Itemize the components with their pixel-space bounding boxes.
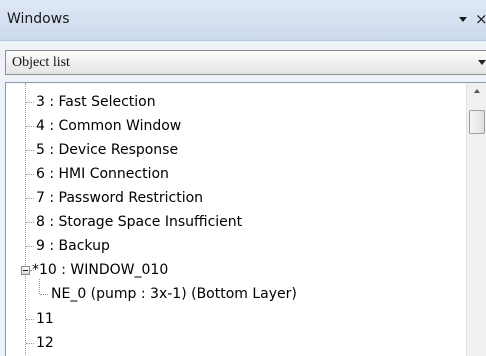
tree-branch-line	[26, 319, 34, 320]
object-type-select[interactable]: Object list	[5, 50, 486, 75]
tree-branch-line	[26, 198, 34, 199]
tree-item[interactable]: 4 : Common Window	[36, 114, 181, 138]
chevron-down-icon[interactable]	[478, 60, 486, 65]
tree-branch-line	[26, 150, 34, 151]
tree-branch-line	[26, 174, 34, 175]
dropdown-triangle-icon[interactable]	[456, 12, 470, 26]
tree-item-expanded[interactable]: *10 : WINDOW_010	[32, 258, 168, 282]
object-type-select-value: Object list	[12, 55, 70, 70]
vertical-scrollbar[interactable]	[466, 83, 486, 356]
panel-titlebar: Windows ×	[0, 0, 486, 41]
tree-item[interactable]: 5 : Device Response	[36, 138, 178, 162]
tree-item[interactable]: 8 : Storage Space Insufficient	[36, 210, 242, 234]
tree-branch-line	[40, 294, 48, 295]
scrollbar-thumb[interactable]	[469, 110, 485, 134]
tree-item[interactable]: 12	[36, 331, 54, 355]
tree-item[interactable]: 3 : Fast Selection	[36, 90, 156, 114]
tree-child-item[interactable]: NE_0 (pump : 3x-1) (Bottom Layer)	[51, 282, 297, 306]
tree-item[interactable]: 11	[36, 307, 54, 331]
tree-branch-line	[26, 343, 34, 344]
tree-guide-line	[25, 83, 26, 356]
collapse-toggle-icon[interactable]	[21, 266, 30, 275]
scroll-up-arrow-icon[interactable]	[474, 89, 480, 93]
object-tree[interactable]: 3 : Fast Selection 4 : Common Window 5 :…	[5, 82, 486, 356]
close-icon[interactable]: ×	[475, 10, 486, 28]
tree-branch-line	[26, 126, 34, 127]
tree-item[interactable]: 6 : HMI Connection	[36, 162, 169, 186]
tree-branch-line	[26, 222, 34, 223]
tree-item[interactable]: 7 : Password Restriction	[36, 186, 203, 210]
tree-child-guide-line	[39, 279, 40, 294]
tree-item[interactable]: 9 : Backup	[36, 234, 110, 258]
tree-branch-line	[26, 246, 34, 247]
tree-branch-line	[26, 102, 34, 103]
panel-title: Windows	[7, 11, 70, 27]
windows-panel: Windows × Object list 3 : Fast Selection…	[0, 0, 486, 356]
